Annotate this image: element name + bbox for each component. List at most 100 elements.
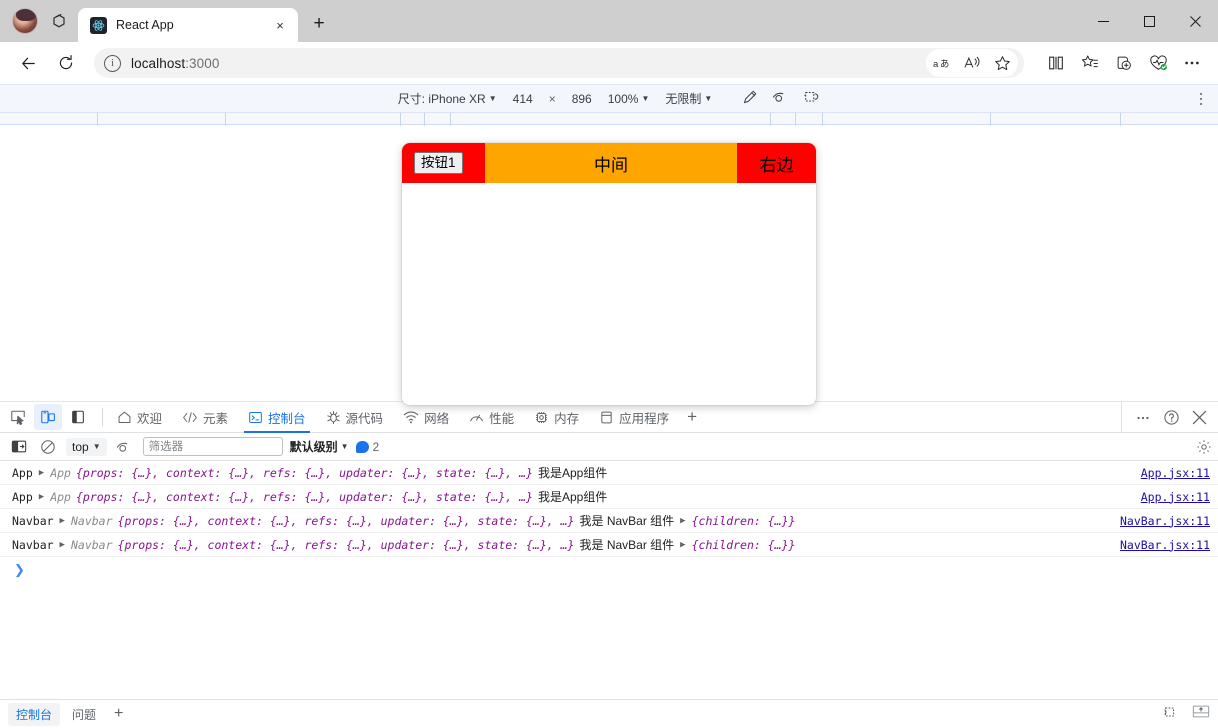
dimension-separator: ×	[549, 92, 556, 106]
browser-window: React App × +	[0, 0, 1218, 728]
read-aloud-icon[interactable]	[958, 50, 986, 76]
table-row[interactable]: Navbar ▶ Navbar {props: {…}, context: {……	[0, 509, 1218, 533]
help-icon[interactable]	[1158, 405, 1184, 431]
settings-more-icon[interactable]	[1176, 48, 1208, 78]
drawer-tab-issues[interactable]: 问题	[64, 703, 104, 726]
dock-bottom-icon[interactable]	[1192, 704, 1210, 724]
more-tools-icon[interactable]	[1130, 405, 1156, 431]
device-width-value: 414	[513, 92, 533, 106]
devtools-left-tools	[4, 404, 98, 430]
device-height-input[interactable]: 896	[572, 92, 592, 106]
console-message-count[interactable]: 2	[356, 440, 380, 454]
site-info-icon[interactable]: i	[104, 55, 121, 72]
close-devtools-icon[interactable]	[1186, 405, 1212, 431]
chevron-down-icon: ▼	[641, 94, 649, 103]
address-bar[interactable]: i localhost:3000 a あ	[94, 48, 1024, 78]
emulated-device-frame: 按钮1 中间 右边	[402, 143, 816, 405]
close-window-button[interactable]	[1172, 0, 1218, 42]
live-expression-icon[interactable]	[114, 436, 136, 458]
navbar-left-section: 按钮1	[402, 143, 485, 183]
add-to-collection-icon[interactable]	[1108, 48, 1140, 78]
device-size-label: 尺寸: iPhone XR	[398, 90, 486, 107]
translate-icon[interactable]: a あ	[928, 50, 956, 76]
log-label: Navbar	[12, 514, 54, 528]
more-options-icon	[1200, 93, 1203, 106]
split-screen-icon[interactable]	[1040, 48, 1072, 78]
profile-avatar[interactable]	[12, 8, 38, 34]
expand-triangle-icon[interactable]: ▶	[60, 516, 65, 526]
close-tab-icon[interactable]: ×	[270, 15, 290, 35]
table-row[interactable]: App ▶ App {props: {…}, context: {…}, ref…	[0, 485, 1218, 509]
tab-label: 内存	[554, 408, 579, 427]
log-source-link[interactable]: NavBar.jsx:11	[1120, 514, 1210, 528]
device-emulation-toolbar: 尺寸: iPhone XR ▼ 414 × 896 100% ▼ 无限制 ▼	[0, 84, 1218, 112]
show-media-queries-icon[interactable]	[772, 90, 789, 107]
tab-memory[interactable]: 内存	[524, 402, 589, 433]
log-source-link[interactable]: App.jsx:11	[1141, 490, 1210, 504]
drawer-add-tab-button[interactable]: +	[108, 705, 129, 723]
log-source-link[interactable]: NavBar.jsx:11	[1120, 538, 1210, 552]
rotate-icon[interactable]	[742, 89, 758, 108]
log-source-link[interactable]: App.jsx:11	[1141, 466, 1210, 480]
chevron-down-icon: ▼	[704, 94, 712, 103]
log-level-value: 默认级别	[290, 438, 338, 455]
maximize-button[interactable]	[1126, 0, 1172, 42]
expand-triangle-icon[interactable]: ▶	[39, 468, 44, 478]
browser-titlebar: React App × +	[0, 0, 1218, 42]
tab-network[interactable]: 网络	[393, 402, 459, 433]
tab-sources[interactable]: 源代码	[316, 402, 394, 433]
restore-drawer-icon[interactable]	[1161, 704, 1178, 725]
execution-context-value: top	[72, 440, 89, 454]
navbar-left-button[interactable]: 按钮1	[414, 152, 463, 174]
collections-icon[interactable]	[1074, 48, 1106, 78]
expand-triangle-icon[interactable]: ▶	[60, 540, 65, 550]
console-log-level-select[interactable]: 默认级别 ▼	[290, 438, 349, 455]
tab-performance[interactable]: 性能	[459, 402, 524, 433]
log-object-preview: {props: {…}, context: {…}, refs: {…}, up…	[118, 538, 575, 552]
console-filter-input[interactable]	[143, 437, 283, 456]
expand-triangle-icon[interactable]: ▶	[39, 492, 44, 502]
log-object-name: Navbar	[71, 514, 113, 528]
back-button[interactable]	[10, 47, 46, 79]
expand-triangle-icon[interactable]: ▶	[680, 540, 685, 550]
device-zoom-select[interactable]: 100% ▼	[608, 92, 650, 106]
add-panel-button[interactable]: +	[679, 404, 705, 430]
dock-side-icon[interactable]	[64, 404, 92, 430]
table-row[interactable]: Navbar ▶ Navbar {props: {…}, context: {……	[0, 533, 1218, 557]
tab-actions-icon[interactable]	[44, 6, 74, 36]
browser-tab[interactable]: React App ×	[78, 8, 298, 42]
console-settings-button[interactable]	[1196, 433, 1212, 461]
log-text: 我是App组件	[538, 488, 607, 505]
tab-strip: React App × +	[78, 0, 334, 42]
browser-essentials-icon[interactable]	[1142, 48, 1174, 78]
clear-console-icon[interactable]	[37, 436, 59, 458]
network-throttle-select[interactable]: 无限制 ▼	[665, 90, 712, 107]
log-text: 我是App组件	[538, 464, 607, 481]
device-bar-more-button[interactable]	[1188, 85, 1214, 113]
table-row[interactable]: App ▶ App {props: {…}, context: {…}, ref…	[0, 461, 1218, 485]
new-tab-button[interactable]: +	[304, 9, 334, 39]
device-toolbar-icon[interactable]	[34, 404, 62, 430]
console-prompt[interactable]: ❯	[0, 557, 1218, 583]
tab-application[interactable]: 应用程序	[589, 402, 679, 433]
navbar-right-section: 右边	[737, 143, 816, 183]
tab-label: 元素	[203, 408, 228, 427]
tab-console[interactable]: 控制台	[238, 402, 316, 433]
drawer-tab-console[interactable]: 控制台	[8, 703, 60, 726]
devtools-tabs: 欢迎 元素 控制台	[107, 402, 705, 433]
device-bar-icons	[742, 89, 820, 108]
minimize-button[interactable]	[1080, 0, 1126, 42]
tab-welcome[interactable]: 欢迎	[107, 402, 172, 433]
console-sidebar-icon[interactable]	[8, 436, 30, 458]
device-width-input[interactable]: 414	[513, 92, 533, 106]
favorite-icon[interactable]	[988, 50, 1016, 76]
execution-context-select[interactable]: top ▼	[66, 438, 107, 456]
tab-elements[interactable]: 元素	[172, 402, 238, 433]
tab-label: 性能	[489, 408, 514, 427]
device-size-select[interactable]: 尺寸: iPhone XR ▼	[398, 90, 497, 107]
device-frame-icon[interactable]	[803, 89, 820, 108]
reload-button[interactable]	[48, 47, 84, 79]
inspect-element-icon[interactable]	[4, 404, 32, 430]
expand-triangle-icon[interactable]: ▶	[680, 516, 685, 526]
prompt-caret-icon: ❯	[14, 562, 25, 578]
